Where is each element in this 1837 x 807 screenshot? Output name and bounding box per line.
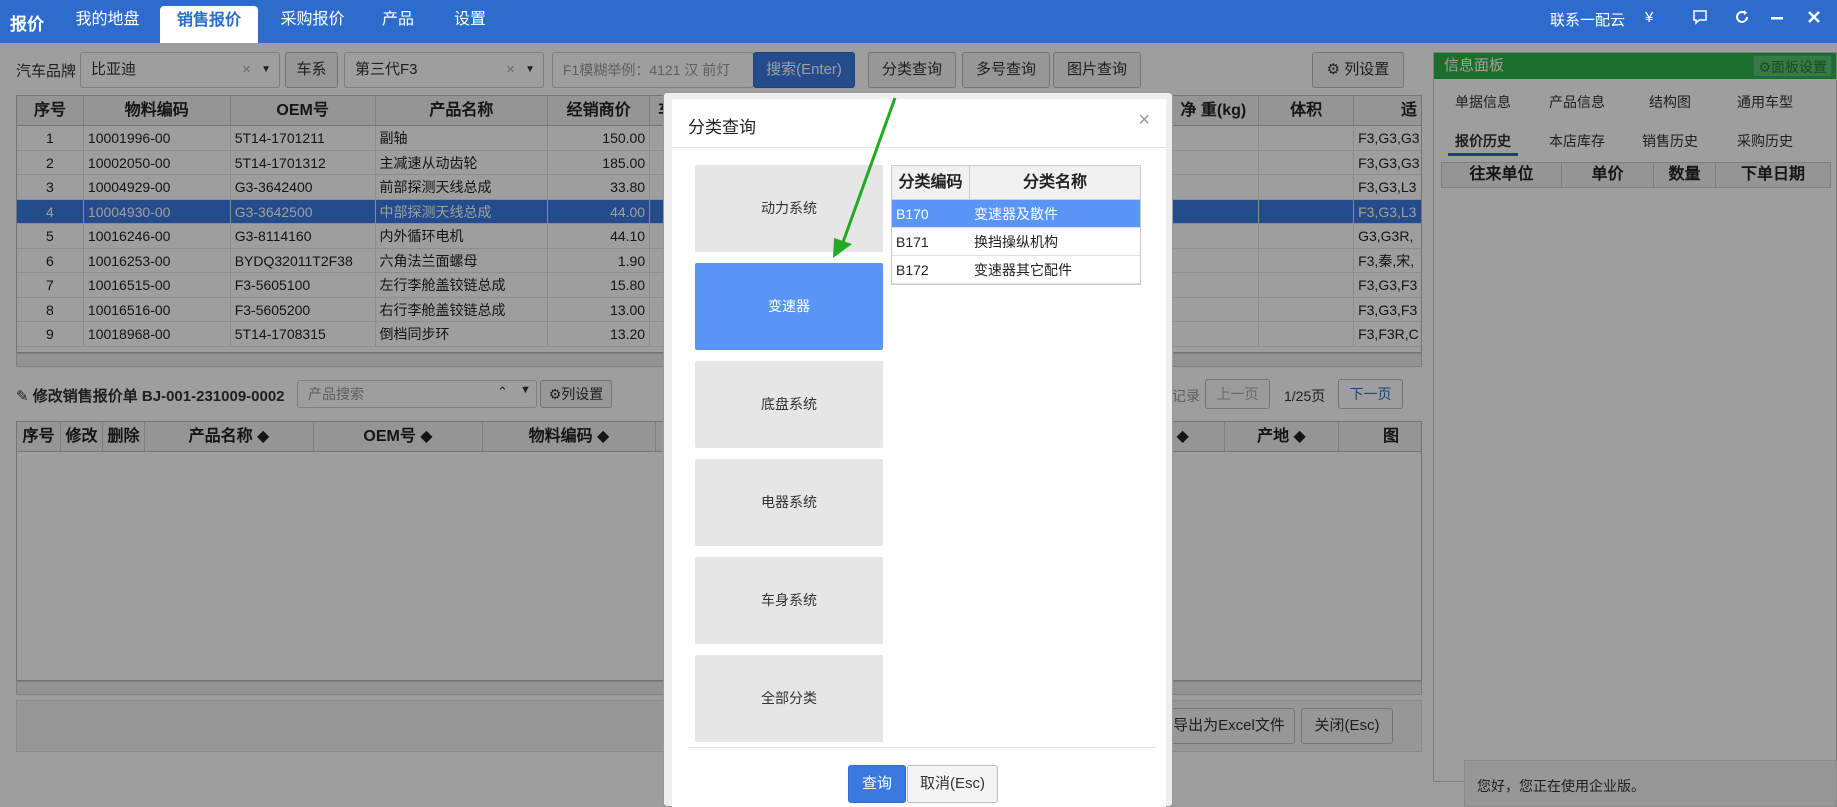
- annotation-arrow: [833, 97, 897, 258]
